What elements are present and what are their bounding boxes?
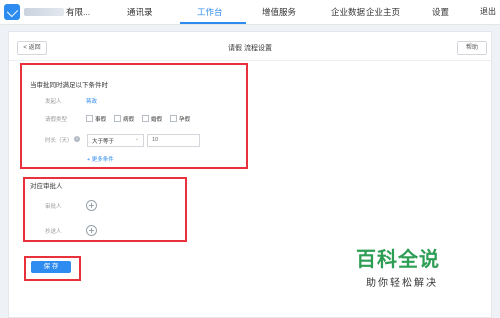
nav-enterprise-data[interactable]: 企业数据: [331, 6, 365, 18]
company-name-blurred: [24, 8, 64, 16]
nav-workbench[interactable]: 工作台: [197, 6, 223, 18]
header-divider: [9, 60, 491, 61]
help-button[interactable]: 帮助: [457, 41, 487, 55]
nav-enterprise-home[interactable]: 企业主页: [366, 6, 400, 18]
nav-settings[interactable]: 设置: [432, 6, 449, 18]
nav-contacts[interactable]: 通讯录: [127, 6, 153, 18]
highlight-save: [24, 256, 81, 281]
logout-link[interactable]: 退出: [480, 6, 496, 17]
watermark: 百科全说 助你轻松解决: [356, 243, 466, 289]
top-nav-bar: 有限... 通讯录 工作台 增值服务 企业数据 企业主页 设置 退出: [0, 0, 500, 25]
highlight-conditions: [20, 63, 248, 169]
app-logo-icon[interactable]: [4, 4, 20, 20]
company-name: 有限...: [66, 7, 91, 17]
watermark-main: 百科全说: [356, 247, 440, 271]
page-title: 请假 流程设置: [228, 45, 272, 52]
active-tab-underline: [180, 22, 246, 24]
nav-value-added[interactable]: 增值服务: [262, 6, 296, 18]
highlight-approvers: [23, 177, 187, 242]
watermark-sub: 助你轻松解决: [366, 278, 438, 289]
